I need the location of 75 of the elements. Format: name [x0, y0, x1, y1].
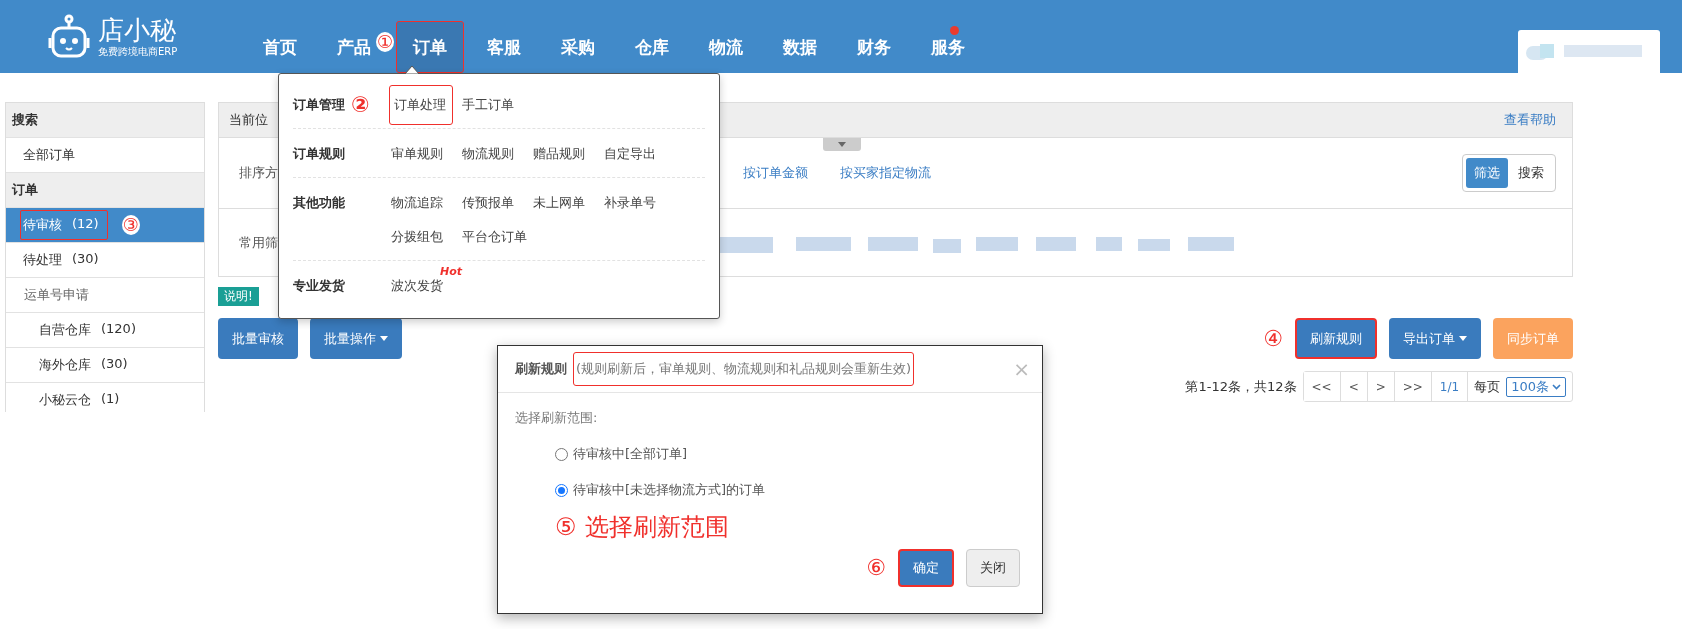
sidebar-item-label: 搜索 [12, 111, 38, 129]
menu-section-label: 订单管理 [293, 96, 345, 114]
annotation-number: ④ [1263, 327, 1283, 350]
menu-link[interactable]: 赠品规则 [531, 139, 602, 169]
annotation-number: ⑤ [555, 515, 577, 539]
radio-label: 待审核中[未选择物流方式]的订单 [573, 481, 766, 499]
chevron-down-icon [1552, 383, 1561, 390]
dialog-title: 刷新规则 [515, 360, 567, 378]
menu-link[interactable]: 物流规则 [460, 139, 531, 169]
hot-label: Hot [440, 265, 463, 278]
sort-label: 排序方 [239, 164, 278, 182]
sidebar-item-label: 全部订单 [22, 146, 76, 164]
page-nav-button[interactable]: << [1303, 372, 1341, 401]
nav-tab[interactable]: 服务 [930, 21, 967, 73]
action-button[interactable]: 批量审核 [218, 318, 298, 359]
per-page-select[interactable]: 100条 [1506, 376, 1566, 397]
sidebar-item-label: 订单 [12, 181, 38, 199]
caret-icon [838, 142, 846, 147]
robot-logo-icon [48, 13, 90, 60]
sidebar-item[interactable]: 待审核 (12) ③ [6, 208, 204, 243]
pagination-summary: 第1-12条，共12条 [1185, 377, 1297, 396]
menu-link[interactable]: 订单处理 [389, 85, 453, 125]
menu-link[interactable]: 分拨组包 [389, 222, 460, 252]
logo-tagline: 免费跨境电商ERP [98, 44, 178, 59]
per-page-label: 每页 [1473, 377, 1502, 396]
nav-tab[interactable]: 客服 [486, 21, 523, 73]
annotation-number: ① [376, 31, 395, 52]
menu-link[interactable]: 手工订单 [460, 90, 531, 120]
menu-link[interactable]: 审单规则 [389, 139, 460, 169]
sidebar-item-label: 小秘云仓 (1) [38, 390, 121, 409]
menu-section-label: 订单规则 [293, 145, 345, 163]
menu-link[interactable]: 未上网单 [531, 188, 602, 218]
caret-icon [380, 336, 388, 341]
view-toggle-button[interactable]: 筛选 [1466, 158, 1508, 188]
menu-link[interactable]: 物流追踪 [389, 188, 460, 218]
nav-tab[interactable]: 数据 [782, 21, 819, 73]
sidebar-item-label: 待处理 (30) [22, 250, 100, 269]
filter-label: 常用筛 [239, 233, 278, 252]
menu-link[interactable]: 传预报单 [460, 188, 531, 218]
nav-tab[interactable]: 采购 [560, 21, 597, 73]
sidebar-item-label: 待审核 (12) [20, 210, 108, 240]
dialog-button[interactable]: 关闭 [966, 549, 1020, 587]
nav-tab[interactable]: 订单 [396, 21, 465, 73]
sidebar-item-label: 自营仓库 (120) [38, 320, 137, 339]
breadcrumb: 当前位 [229, 111, 268, 129]
menu-section-label: 专业发货 [293, 277, 345, 295]
notice-badge: 说明! [218, 287, 259, 306]
nav-tab[interactable]: 首页 [262, 21, 298, 73]
menu-link[interactable]: 补录单号 [602, 188, 673, 218]
sort-option-link[interactable]: 按买家指定物流 [840, 164, 931, 182]
annotation-number: ⑥ [866, 557, 886, 579]
menu-link[interactable]: 平台仓订单 [460, 222, 531, 252]
scope-prompt: 选择刷新范围: [515, 409, 599, 427]
nav-tab[interactable]: 产品 [336, 21, 372, 73]
nav-tab[interactable]: 财务 [856, 21, 893, 73]
dialog-subtitle: (规则刷新后，审单规则、物流规则和礼品规则会重新生效) [573, 352, 915, 386]
annotation-number: ③ [121, 215, 140, 235]
logo-name: 店小秘 [98, 14, 177, 45]
sort-option-link[interactable]: 按订单金额 [743, 164, 808, 182]
action-button[interactable]: 导出订单 [1389, 318, 1481, 359]
annotation-number: ② [351, 94, 370, 116]
menu-link[interactable]: 自定导出 [602, 139, 673, 169]
sidebar-item-label: 海外仓库 (30) [38, 355, 129, 374]
nav-tab[interactable]: 物流 [708, 21, 745, 73]
caret-icon [1459, 336, 1467, 341]
action-button[interactable]: 刷新规则 [1295, 318, 1377, 359]
action-button[interactable]: 批量操作 [310, 318, 402, 359]
dialog-button[interactable]: 确定 [898, 549, 954, 587]
sidebar-item-label: 运单号申请 [24, 286, 89, 304]
collapse-toggle[interactable] [823, 138, 861, 151]
annotation-text: 选择刷新范围 [584, 515, 729, 539]
menu-section-label: 其他功能 [293, 194, 345, 212]
help-link[interactable]: 查看帮助 [1504, 111, 1556, 129]
radio-label: 待审核中[全部订单] [573, 445, 688, 463]
nav-tab[interactable]: 仓库 [634, 21, 671, 73]
